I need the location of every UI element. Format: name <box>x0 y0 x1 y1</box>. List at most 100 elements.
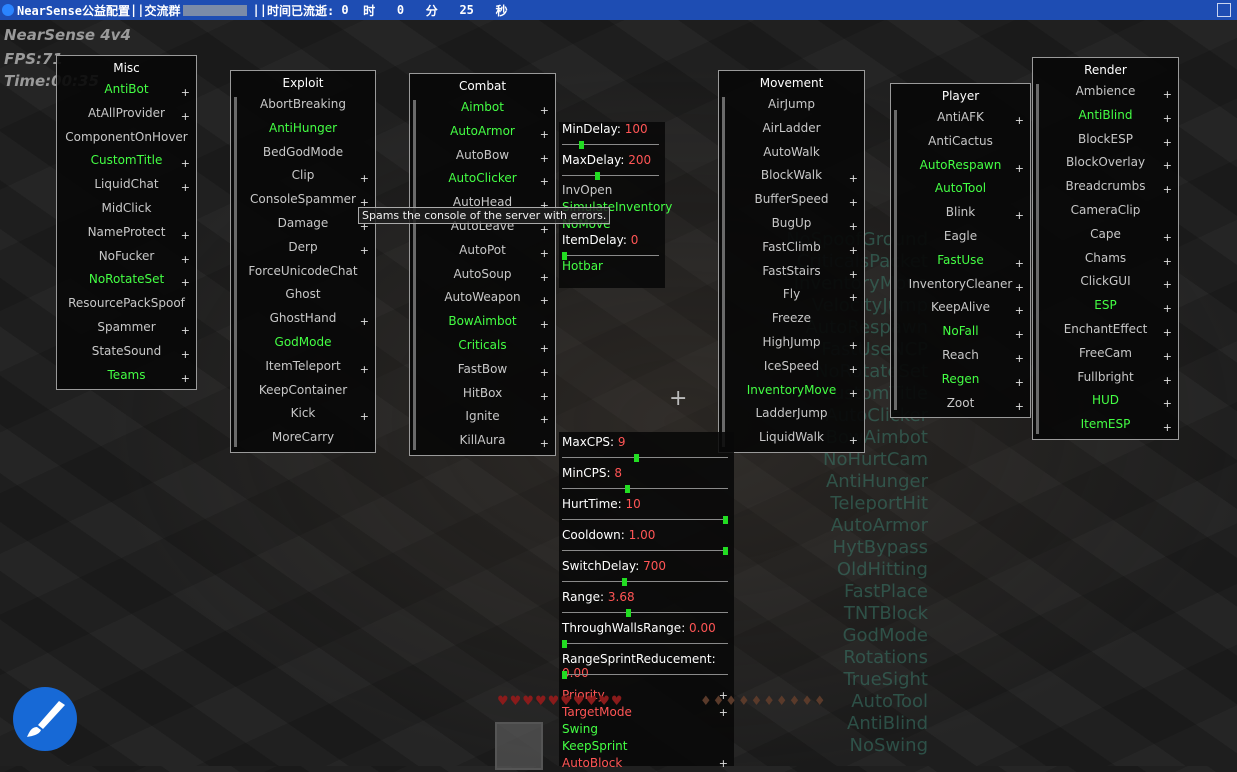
module-keepcontainer[interactable]: KeepContainer <box>231 379 375 403</box>
module-bedgodmode[interactable]: BedGodMode <box>231 141 375 165</box>
module-fullbright[interactable]: Fullbright + <box>1033 366 1178 390</box>
slider-knob[interactable] <box>595 172 601 180</box>
module-freecam[interactable]: FreeCam + <box>1033 342 1178 366</box>
panel-title[interactable]: Combat <box>410 74 555 96</box>
panel-player[interactable]: Player AntiAFK + AntiCactus AutoRespawn + Aut… <box>890 83 1031 418</box>
module-airjump[interactable]: AirJump <box>719 93 864 117</box>
module-inventorymove[interactable]: InventoryMove + <box>719 379 864 403</box>
slider-knob[interactable] <box>626 609 632 617</box>
module-blockoverlay[interactable]: BlockOverlay + <box>1033 151 1178 175</box>
module-antiafk[interactable]: AntiAFK + <box>891 106 1030 130</box>
panel-combat[interactable]: Combat Aimbot + AutoArmor + AutoBow + AutoClic… <box>409 73 556 456</box>
panel-title[interactable]: Player <box>891 84 1030 106</box>
module-autoclicker[interactable]: AutoClicker + <box>410 167 555 191</box>
module-godmode[interactable]: GodMode <box>231 331 375 355</box>
slider-mincps[interactable]: MinCPS: 8 <box>559 466 734 497</box>
module-midclick[interactable]: MidClick <box>57 197 196 221</box>
slider-throughwallsrange[interactable]: ThroughWallsRange: 0.00 <box>559 621 734 652</box>
slider-mindelay[interactable]: MinDelay: 100 <box>559 122 665 153</box>
module-autowalk[interactable]: AutoWalk <box>719 141 864 165</box>
panel-title[interactable]: Movement <box>719 71 864 93</box>
slider-knob[interactable] <box>634 454 640 462</box>
option-hotbar[interactable]: Hotbar <box>559 258 665 275</box>
slider-track[interactable] <box>562 175 659 176</box>
module-freeze[interactable]: Freeze <box>719 307 864 331</box>
slider-track[interactable] <box>562 550 728 551</box>
module-norotateset[interactable]: NoRotateSet + <box>57 268 196 292</box>
expand-icon[interactable]: + <box>1163 416 1172 440</box>
expand-icon[interactable]: + <box>181 367 190 391</box>
module-cape[interactable]: Cape + <box>1033 223 1178 247</box>
module-aimbot[interactable]: Aimbot + <box>410 96 555 120</box>
module-faststairs[interactable]: FastStairs + <box>719 260 864 284</box>
module-ambience[interactable]: Ambience + <box>1033 80 1178 104</box>
panel-title[interactable]: Misc <box>57 56 196 78</box>
option-invopen[interactable]: InvOpen <box>559 182 665 199</box>
slider-knob[interactable] <box>624 485 630 493</box>
module-kick[interactable]: Kick + <box>231 402 375 426</box>
module-autoweapon[interactable]: AutoWeapon + <box>410 286 555 310</box>
slider-track[interactable] <box>562 519 728 520</box>
module-antiblind[interactable]: AntiBlind + <box>1033 104 1178 128</box>
panel-title[interactable]: Exploit <box>231 71 375 93</box>
slider-knob[interactable] <box>621 578 627 586</box>
module-derp[interactable]: Derp + <box>231 236 375 260</box>
module-nofucker[interactable]: NoFucker + <box>57 245 196 269</box>
module-zoot[interactable]: Zoot + <box>891 392 1030 416</box>
slider-knob[interactable] <box>723 547 728 555</box>
module-keepalive[interactable]: KeepAlive + <box>891 296 1030 320</box>
slider-track[interactable] <box>562 488 728 489</box>
slider-knob[interactable] <box>723 516 728 524</box>
module-airladder[interactable]: AirLadder <box>719 117 864 141</box>
module-nameprotect[interactable]: NameProtect + <box>57 221 196 245</box>
module-ladderjump[interactable]: LadderJump <box>719 402 864 426</box>
slider-hurttime[interactable]: HurtTime: 10 <box>559 497 734 528</box>
slider-cooldown[interactable]: Cooldown: 1.00 <box>559 528 734 559</box>
slider-track[interactable] <box>562 674 728 675</box>
slider-knob[interactable] <box>578 141 584 149</box>
module-enchanteffect[interactable]: EnchantEffect + <box>1033 318 1178 342</box>
module-inventorycleaner[interactable]: InventoryCleaner + <box>891 273 1030 297</box>
module-forceunicodechat[interactable]: ForceUnicodeChat <box>231 260 375 284</box>
module-ghosthand[interactable]: GhostHand + <box>231 307 375 331</box>
slider-track[interactable] <box>562 255 659 256</box>
slider-track[interactable] <box>562 643 728 644</box>
maximize-button[interactable] <box>1217 3 1231 17</box>
module-blockesp[interactable]: BlockESP + <box>1033 128 1178 152</box>
module-ignite[interactable]: Ignite + <box>410 405 555 429</box>
module-fastclimb[interactable]: FastClimb + <box>719 236 864 260</box>
module-itemesp[interactable]: ItemESP + <box>1033 413 1178 437</box>
module-hitbox[interactable]: HitBox + <box>410 382 555 406</box>
slider-track[interactable] <box>562 612 728 613</box>
module-anticactus[interactable]: AntiCactus <box>891 130 1030 154</box>
module-liquidwalk[interactable]: LiquidWalk + <box>719 426 864 450</box>
module-autobow[interactable]: AutoBow + <box>410 144 555 168</box>
module-customtitle[interactable]: CustomTitle + <box>57 149 196 173</box>
expand-icon[interactable]: + <box>540 432 549 456</box>
module-damage[interactable]: Damage + <box>231 212 375 236</box>
module-autotool[interactable]: AutoTool <box>891 177 1030 201</box>
paintbrush-icon[interactable] <box>13 687 77 751</box>
module-autosoup[interactable]: AutoSoup + <box>410 263 555 287</box>
module-reach[interactable]: Reach + <box>891 344 1030 368</box>
module-blink[interactable]: Blink + <box>891 201 1030 225</box>
module-bowaimbot[interactable]: BowAimbot + <box>410 310 555 334</box>
slider-track[interactable] <box>562 144 659 145</box>
module-consolespammer[interactable]: ConsoleSpammer + <box>231 188 375 212</box>
module-antihunger[interactable]: AntiHunger <box>231 117 375 141</box>
module-liquidchat[interactable]: LiquidChat + <box>57 173 196 197</box>
module-icespeed[interactable]: IceSpeed + <box>719 355 864 379</box>
module-morecarry[interactable]: MoreCarry <box>231 426 375 450</box>
expand-icon[interactable]: + <box>719 755 728 772</box>
slider-maxdelay[interactable]: MaxDelay: 200 <box>559 153 665 184</box>
module-chams[interactable]: Chams + <box>1033 247 1178 271</box>
slider-switchdelay[interactable]: SwitchDelay: 700 <box>559 559 734 590</box>
module-atallprovider[interactable]: AtAllProvider + <box>57 102 196 126</box>
expand-icon[interactable]: + <box>849 429 858 453</box>
module-cameraclip[interactable]: CameraClip <box>1033 199 1178 223</box>
module-spammer[interactable]: Spammer + <box>57 316 196 340</box>
module-autorespawn[interactable]: AutoRespawn + <box>891 154 1030 178</box>
slider-knob[interactable] <box>562 640 567 648</box>
module-fly[interactable]: Fly + <box>719 283 864 307</box>
module-abortbreaking[interactable]: AbortBreaking <box>231 93 375 117</box>
